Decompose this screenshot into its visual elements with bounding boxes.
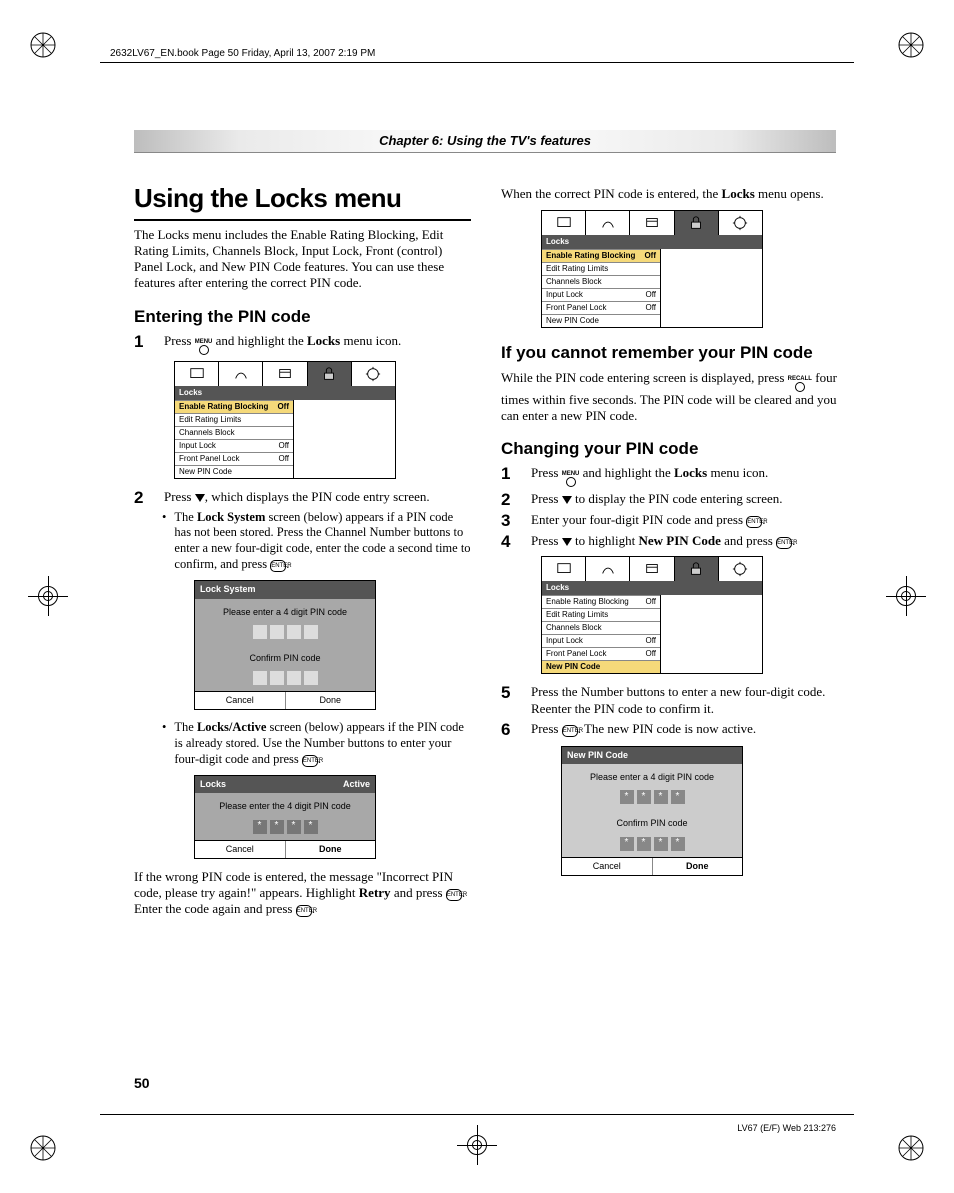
registration-cross-icon	[457, 1125, 497, 1165]
osd-row: New PIN Code	[175, 465, 293, 478]
col2-intro: When the correct PIN code is entered, th…	[501, 186, 838, 202]
osd-locks-menu: Locks Enable Rating BlockingOffEdit Rati…	[174, 361, 396, 479]
recall-button-icon: RECALL	[788, 376, 812, 392]
enter-button-icon: ENTER	[562, 725, 578, 737]
chapter-header: Chapter 6: Using the TV's features	[134, 130, 836, 153]
forgot-paragraph: While the PIN code entering screen is di…	[501, 370, 838, 425]
lock-tab-icon	[675, 211, 719, 235]
bottom-rule	[100, 1114, 854, 1115]
crop-mark-icon	[30, 32, 56, 58]
enter-button-icon: ENTER	[446, 889, 462, 901]
osd-row: Edit Rating Limits	[542, 608, 660, 621]
osd-row: Edit Rating Limits	[542, 262, 660, 275]
crop-mark-icon	[898, 1135, 924, 1161]
enter-button-icon: ENTER	[746, 516, 762, 528]
osd-row: Front Panel LockOff	[542, 301, 660, 314]
change-step-4: 4 Press to highlight New PIN Code and pr…	[501, 533, 838, 550]
registration-cross-icon	[886, 576, 926, 616]
osd-row: Front Panel LockOff	[175, 452, 293, 465]
osd-row: Input LockOff	[175, 439, 293, 452]
osd-row: Channels Block	[542, 621, 660, 634]
enter-button-icon: ENTER	[296, 905, 312, 917]
wrong-pin-paragraph: If the wrong PIN code is entered, the me…	[134, 869, 471, 918]
enter-button-icon: ENTER	[270, 560, 286, 572]
registration-cross-icon	[28, 576, 68, 616]
osd-row: Enable Rating BlockingOff	[542, 595, 660, 608]
osd-row: Input LockOff	[542, 634, 660, 647]
osd-row: Front Panel LockOff	[542, 647, 660, 660]
down-arrow-icon	[195, 494, 205, 502]
osd-row: Channels Block	[175, 426, 293, 439]
osd-row: Channels Block	[542, 275, 660, 288]
osd-row: New PIN Code	[542, 314, 660, 327]
menu-button-icon: MENU	[195, 339, 213, 355]
osd-new-pin-highlight: Locks Enable Rating BlockingOffEdit Rati…	[541, 556, 763, 674]
crop-mark-icon	[898, 32, 924, 58]
step-1: 1 Press MENU and highlight the Locks men…	[134, 333, 471, 355]
osd-row: Input LockOff	[542, 288, 660, 301]
book-meta: 2632LV67_EN.book Page 50 Friday, April 1…	[110, 48, 375, 59]
menu-button-icon: MENU	[562, 471, 580, 487]
down-arrow-icon	[562, 538, 572, 546]
crop-mark-icon	[30, 1135, 56, 1161]
bullet-lock-system: • The Lock System screen (below) appears…	[162, 510, 471, 573]
subheading-forgot-pin: If you cannot remember your PIN code	[501, 342, 838, 363]
lock-tab-icon	[308, 362, 352, 386]
change-step-5: 5 Press the Number buttons to enter a ne…	[501, 684, 838, 717]
page-number: 50	[134, 1075, 150, 1091]
lock-system-dialog: Lock System Please enter a 4 digit PIN c…	[194, 580, 376, 710]
enter-button-icon: ENTER	[776, 537, 792, 549]
osd-locks-menu-open: Locks Enable Rating BlockingOffEdit Rati…	[541, 210, 763, 328]
change-step-1: 1 Press MENU and highlight the Locks men…	[501, 465, 838, 487]
change-step-3: 3 Enter your four-digit PIN code and pre…	[501, 512, 838, 529]
new-pin-dialog: New PIN Code Please enter a 4 digit PIN …	[561, 746, 743, 876]
footer-code: LV67 (E/F) Web 213:276	[737, 1123, 836, 1133]
osd-row: Enable Rating BlockingOff	[542, 249, 660, 262]
osd-row: New PIN Code	[542, 660, 660, 673]
bullet-locks-active: • The Locks/Active screen (below) appear…	[162, 720, 471, 767]
subheading-change-pin: Changing your PIN code	[501, 438, 838, 459]
locks-active-dialog: LocksActive Please enter the 4 digit PIN…	[194, 775, 376, 859]
change-step-6: 6 Press ENTER. The new PIN code is now a…	[501, 721, 838, 738]
step-2: 2 Press , which displays the PIN code en…	[134, 489, 471, 506]
lock-tab-icon	[675, 557, 719, 581]
subheading-entering-pin: Entering the PIN code	[134, 306, 471, 327]
top-rule	[100, 62, 854, 63]
down-arrow-icon	[562, 496, 572, 504]
enter-button-icon: ENTER	[302, 755, 318, 767]
change-step-2: 2 Press to display the PIN code entering…	[501, 491, 838, 508]
section-heading: Using the Locks menu	[134, 182, 471, 221]
osd-row: Edit Rating Limits	[175, 413, 293, 426]
osd-row: Enable Rating BlockingOff	[175, 400, 293, 413]
intro-paragraph: The Locks menu includes the Enable Ratin…	[134, 227, 471, 292]
